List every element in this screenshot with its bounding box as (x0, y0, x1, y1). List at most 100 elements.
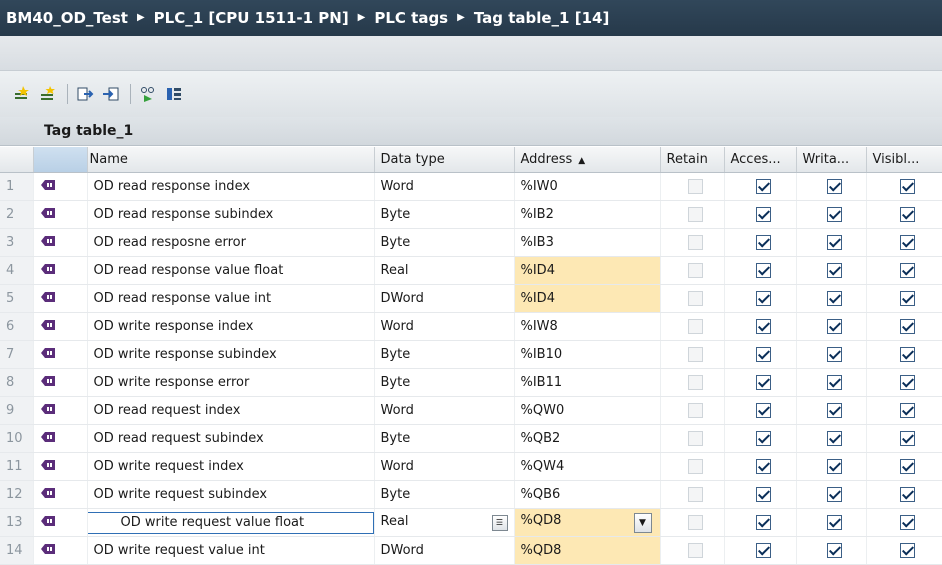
writable-cell[interactable] (796, 536, 867, 565)
name-cell[interactable]: OD write response error (87, 368, 375, 397)
writable-checkbox[interactable] (826, 459, 842, 474)
row-number[interactable]: 4 (0, 256, 34, 285)
accessible-checkbox[interactable] (755, 291, 771, 306)
data-type-cell[interactable]: DWord (374, 536, 515, 565)
visible-checkbox[interactable] (899, 403, 915, 418)
address-cell[interactable]: %QB6 (514, 480, 661, 509)
visible-cell[interactable] (866, 452, 942, 481)
visible-checkbox[interactable] (899, 179, 915, 194)
retain-cell[interactable] (660, 508, 725, 537)
retain-checkbox[interactable] (687, 319, 703, 334)
writable-cell[interactable] (796, 508, 867, 537)
visible-cell[interactable] (866, 368, 942, 397)
writable-cell[interactable] (796, 312, 867, 341)
visible-column-header[interactable]: Visibl... (866, 147, 942, 173)
writable-checkbox[interactable] (826, 403, 842, 418)
table-row[interactable]: 9 OD read request index Word %QW0 (0, 396, 942, 425)
breadcrumb-plc-tags[interactable]: PLC tags (374, 9, 448, 27)
accessible-checkbox[interactable] (755, 515, 771, 530)
name-cell[interactable]: OD read request index (87, 396, 375, 425)
retain-cell[interactable] (660, 340, 725, 369)
data-type-cell[interactable]: Word (374, 452, 515, 481)
retain-cell[interactable] (660, 424, 725, 453)
export-icon[interactable] (73, 82, 97, 106)
row-number[interactable]: 6 (0, 312, 34, 341)
row-number[interactable]: 14 (0, 536, 34, 565)
writable-checkbox[interactable] (826, 543, 842, 558)
accessible-cell[interactable] (724, 536, 797, 565)
accessible-checkbox[interactable] (755, 263, 771, 278)
name-cell[interactable]: OD write response index (87, 312, 375, 341)
visible-cell[interactable] (866, 424, 942, 453)
writable-cell[interactable] (796, 284, 867, 313)
writable-checkbox[interactable] (826, 207, 842, 222)
retain-checkbox[interactable] (687, 515, 703, 530)
visible-cell[interactable] (866, 536, 942, 565)
retain-column-header[interactable]: Retain (660, 147, 725, 173)
accessible-checkbox[interactable] (755, 179, 771, 194)
writable-checkbox[interactable] (826, 487, 842, 502)
retain-checkbox[interactable] (687, 207, 703, 222)
data-type-cell[interactable]: Byte (374, 480, 515, 509)
accessible-checkbox[interactable] (755, 207, 771, 222)
row-number[interactable]: 7 (0, 340, 34, 369)
visible-checkbox[interactable] (899, 207, 915, 222)
accessible-cell[interactable] (724, 368, 797, 397)
address-cell[interactable]: %QD8 (514, 536, 661, 565)
writable-cell[interactable] (796, 480, 867, 509)
address-cell[interactable]: %QW4 (514, 452, 661, 481)
table-row[interactable]: 6 OD write response index Word %IW8 (0, 312, 942, 341)
writable-cell[interactable] (796, 396, 867, 425)
visible-checkbox[interactable] (899, 291, 915, 306)
visible-cell[interactable] (866, 396, 942, 425)
writable-cell[interactable] (796, 340, 867, 369)
row-number[interactable]: 9 (0, 396, 34, 425)
retain-checkbox[interactable] (687, 375, 703, 390)
data-type-cell[interactable]: Byte (374, 228, 515, 257)
name-cell[interactable]: OD read request subindex (87, 424, 375, 453)
name-cell[interactable]: OD read response value float (87, 256, 375, 285)
retain-checkbox[interactable] (687, 487, 703, 502)
row-number[interactable]: 2 (0, 200, 34, 229)
chevron-down-icon[interactable]: ▼ (633, 512, 652, 533)
retain-checkbox[interactable] (687, 543, 703, 558)
data-type-cell[interactable]: Word (374, 396, 515, 425)
data-type-cell[interactable]: Real ☰ (374, 508, 515, 537)
retain-cell[interactable] (660, 284, 725, 313)
monitor-icon[interactable] (136, 82, 160, 106)
visible-cell[interactable] (866, 284, 942, 313)
visible-cell[interactable] (866, 312, 942, 341)
address-cell[interactable]: %QD8 ▼ (514, 508, 661, 537)
visible-cell[interactable] (866, 508, 942, 537)
writable-checkbox[interactable] (826, 431, 842, 446)
accessible-checkbox[interactable] (755, 375, 771, 390)
row-number[interactable]: 5 (0, 284, 34, 313)
writable-column-header[interactable]: Writa... (796, 147, 867, 173)
writable-cell[interactable] (796, 256, 867, 285)
accessible-cell[interactable] (724, 172, 797, 201)
writable-checkbox[interactable] (826, 291, 842, 306)
address-cell[interactable]: %IB3 (514, 228, 661, 257)
retain-cell[interactable] (660, 228, 725, 257)
row-number[interactable]: 12 (0, 480, 34, 509)
data-type-cell[interactable]: Byte (374, 368, 515, 397)
visible-checkbox[interactable] (899, 375, 915, 390)
name-column-header[interactable]: Name (87, 147, 375, 173)
writable-checkbox[interactable] (826, 347, 842, 362)
accessible-checkbox[interactable] (755, 487, 771, 502)
writable-checkbox[interactable] (826, 235, 842, 250)
writable-cell[interactable] (796, 200, 867, 229)
row-number[interactable]: 10 (0, 424, 34, 453)
retain-checkbox[interactable] (687, 263, 703, 278)
row-number[interactable]: 11 (0, 452, 34, 481)
accessible-checkbox[interactable] (755, 235, 771, 250)
data-type-cell[interactable]: Byte (374, 200, 515, 229)
visible-checkbox[interactable] (899, 263, 915, 278)
writable-checkbox[interactable] (826, 375, 842, 390)
accessible-cell[interactable] (724, 396, 797, 425)
visible-cell[interactable] (866, 340, 942, 369)
visible-checkbox[interactable] (899, 515, 915, 530)
retain-checkbox[interactable] (687, 291, 703, 306)
table-row[interactable]: 11 OD write request index Word %QW4 (0, 452, 942, 481)
table-row[interactable]: 3 OD read resposne error Byte %IB3 (0, 228, 942, 257)
